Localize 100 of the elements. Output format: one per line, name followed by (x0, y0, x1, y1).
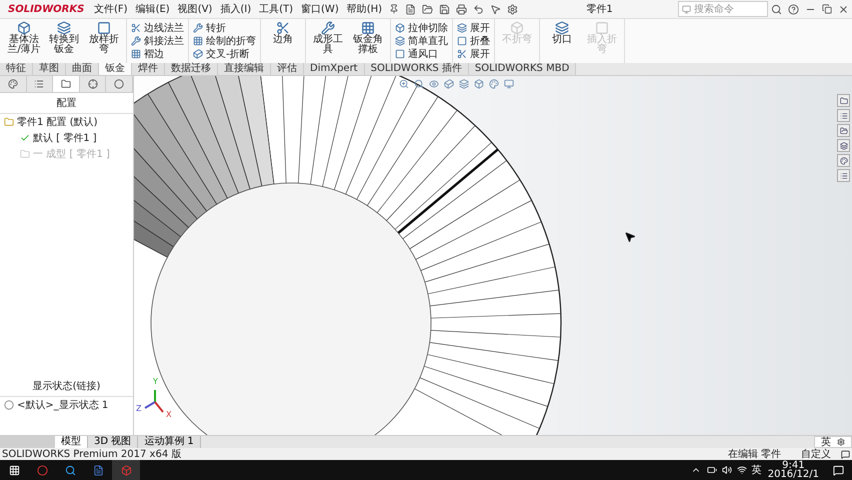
task-pane-icon[interactable] (837, 169, 850, 182)
tool-icon (457, 36, 467, 46)
menu-item[interactable]: 工具(T) (255, 2, 298, 16)
restore-icon[interactable] (822, 4, 832, 14)
tool-icon (57, 21, 71, 35)
ime-mode[interactable]: 英 (821, 435, 831, 449)
view-tool-icon[interactable] (399, 79, 409, 89)
ime-indicator[interactable]: 英 (752, 463, 762, 477)
tool-icon (193, 49, 203, 59)
ribbon-button[interactable]: 褶边 (129, 48, 186, 60)
new-document-icon[interactable] (405, 4, 416, 14)
panel-tab-icon (60, 79, 71, 89)
battery-icon[interactable] (706, 465, 717, 475)
ribbon-button[interactable]: 简单直孔 (393, 34, 450, 48)
menu-item[interactable]: 窗口(W) (297, 2, 343, 16)
tool-icon (193, 23, 203, 33)
ribbon-button[interactable]: 切口 (542, 19, 582, 63)
clock-date: 2016/12/1 (768, 470, 819, 479)
ribbon-button[interactable]: 转换到钣金 (44, 19, 84, 63)
task-pane-icon[interactable] (837, 109, 850, 122)
command-tab[interactable]: 特征 (0, 63, 33, 75)
panel-tab[interactable] (53, 76, 80, 92)
tool-icon (395, 49, 405, 59)
settings-icon[interactable] (507, 4, 518, 14)
tree-item[interactable]: 零件1 配置 (默认) (17, 115, 98, 129)
close-icon[interactable] (838, 4, 849, 14)
ribbon-button[interactable]: 转折 (191, 22, 258, 34)
command-tab[interactable]: 曲面 (66, 63, 99, 75)
select-icon[interactable] (490, 4, 502, 14)
command-tab[interactable]: SOLIDWORKS 插件 (364, 63, 469, 75)
pin-icon[interactable] (389, 4, 400, 14)
print-icon[interactable] (456, 4, 468, 14)
ribbon-button[interactable]: 放样折弯 (84, 19, 124, 63)
settings-icon[interactable] (837, 438, 845, 446)
ribbon-button[interactable]: 边线法兰 (129, 22, 186, 34)
task-pane-icon[interactable] (837, 154, 850, 167)
command-tab[interactable]: 直接编辑 (218, 63, 271, 75)
ribbon-button[interactable]: 斜接法兰 (129, 34, 186, 48)
notification-icon[interactable] (833, 464, 844, 476)
ribbon-button[interactable]: 边角 (263, 19, 303, 63)
task-pane-icon[interactable] (837, 94, 850, 107)
view-tool-icon[interactable] (414, 79, 424, 89)
panel-tab[interactable] (80, 76, 106, 92)
tool-icon (17, 21, 31, 35)
ribbon-button[interactable]: 展开 (455, 22, 492, 34)
ribbon-button[interactable]: 交叉-折断 (191, 48, 258, 60)
axis-label: Y (153, 377, 158, 386)
menu-item[interactable]: 帮助(H) (342, 2, 386, 16)
status-text: 在编辑 零件 (726, 448, 782, 461)
panel-tab[interactable] (26, 76, 54, 92)
network-icon[interactable] (736, 465, 747, 475)
clock-time: 9:41 (782, 461, 805, 470)
units-selector[interactable]: 自定义 (791, 447, 841, 461)
task-pane-icon[interactable] (837, 139, 850, 152)
panel-tab-icon (34, 79, 44, 89)
save-icon[interactable] (439, 4, 450, 14)
ribbon-button[interactable]: 拉伸切除 (393, 22, 450, 34)
ribbon-button[interactable]: 绘制的折弯 (191, 34, 258, 48)
undo-icon[interactable] (473, 4, 484, 14)
tool-icon (457, 23, 467, 33)
model-tab[interactable]: 模型 (55, 436, 88, 448)
ribbon-button[interactable]: 钣金角撑板 (348, 19, 388, 63)
menu-item[interactable]: 文件(F) (90, 2, 132, 16)
tool-icon (193, 36, 203, 46)
help-icon[interactable] (788, 4, 799, 14)
ribbon-button[interactable]: 成形工具 (308, 19, 348, 63)
command-tab[interactable]: 钣金 (99, 63, 132, 75)
command-tab[interactable]: SOLIDWORKS MBD (468, 63, 576, 75)
search-icon[interactable] (771, 4, 782, 14)
ribbon-button[interactable]: 展开 (455, 48, 492, 60)
tool-icon (131, 49, 141, 59)
task-pane-icon[interactable] (837, 124, 850, 137)
model-tab[interactable]: 运动算例 1 (138, 436, 201, 448)
tool-icon (131, 36, 141, 46)
display-state-icon (4, 400, 14, 410)
cursor-icon (624, 231, 636, 243)
ribbon-button[interactable]: 通风口 (393, 48, 450, 60)
command-tab[interactable]: 草图 (33, 63, 66, 75)
menu-item[interactable]: 插入(I) (216, 2, 256, 16)
graphics-viewport[interactable]: Y Z X (134, 76, 852, 435)
status-text: SOLIDWORKS Premium 2017 x64 版 (2, 448, 182, 461)
volume-icon[interactable] (722, 465, 732, 475)
model-tab[interactable]: 3D 视图 (88, 436, 138, 448)
window-title: 零件1 (585, 3, 614, 16)
panel-tab[interactable] (106, 76, 133, 92)
tree-item[interactable]: 默认 [ 零件1 ] (33, 131, 97, 145)
ribbon-button[interactable]: 折叠 (455, 34, 492, 48)
command-tab[interactable]: 评估 (271, 63, 304, 75)
tool-icon (131, 23, 141, 33)
command-tab[interactable]: 焊件 (132, 63, 165, 75)
ime-toolbar[interactable]: 英 (814, 436, 852, 448)
menu-item[interactable]: 视图(V) (174, 2, 216, 16)
menu-item[interactable]: 编辑(E) (132, 2, 174, 16)
open-folder-icon[interactable] (422, 4, 434, 14)
panel-tab[interactable] (0, 76, 27, 92)
ribbon-button[interactable]: 基体法兰/薄片 (4, 19, 44, 63)
chat-icon[interactable] (841, 450, 850, 458)
command-tab[interactable]: 数据迁移 (165, 63, 218, 75)
tree-item[interactable]: <默认>_显示状态 1 (17, 398, 108, 412)
command-tab[interactable]: DimXpert (304, 63, 365, 75)
